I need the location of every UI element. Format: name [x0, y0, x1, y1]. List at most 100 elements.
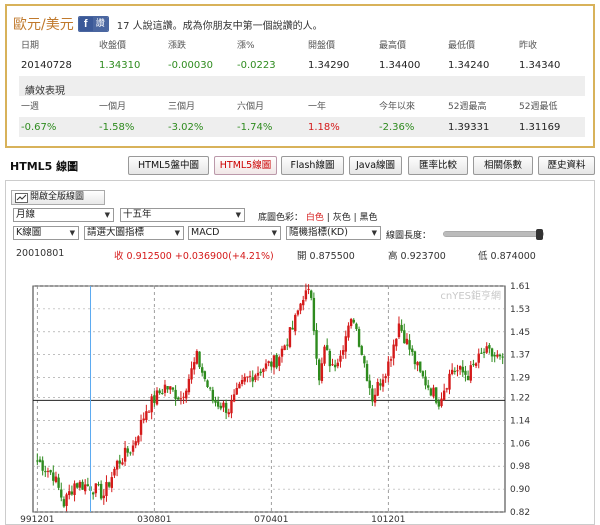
tab-html5-chart[interactable]: HTML5線圖 — [214, 156, 277, 175]
candle-body — [498, 354, 502, 357]
candle-body — [464, 370, 467, 375]
bg-option-gray[interactable]: 灰色 — [333, 213, 351, 223]
candle-body — [129, 452, 132, 454]
candle-body — [142, 418, 145, 421]
facebook-like-button[interactable]: f 讚 — [77, 16, 109, 32]
candle-body — [216, 401, 220, 407]
candle-body — [397, 323, 401, 338]
candle-body — [83, 484, 87, 492]
perf-col-header: 52週最低 — [519, 102, 558, 112]
candle-body — [232, 394, 236, 402]
candle-body — [62, 499, 66, 507]
candle-body — [147, 411, 151, 413]
quote-col-header: 漲跌 — [168, 41, 187, 51]
option-separator: | — [353, 213, 357, 223]
slider-handle[interactable] — [535, 229, 543, 240]
candlestick-chart-svg[interactable]: 991201 030801 070401 101201 1.61 1.53 1.45 1.37… — [0, 270, 600, 525]
tab-history[interactable]: 歷史資料 — [538, 156, 595, 175]
candle-body — [137, 436, 140, 443]
candle-body — [456, 370, 459, 372]
quote-value: 1.34290 — [308, 60, 350, 71]
candle-body — [243, 376, 246, 382]
y-tick-label: 1.06 — [510, 439, 530, 449]
candle-body — [405, 338, 409, 345]
candle-body — [384, 376, 387, 379]
candle-body — [453, 370, 457, 372]
perf-value: -0.67% — [21, 122, 57, 133]
price-chart[interactable]: 991201 030801 070401 101201 1.61 1.53 1.45 1.37… — [0, 270, 600, 525]
indicator-1-select[interactable]: MACD ▼ — [188, 226, 281, 240]
candle-body — [434, 387, 438, 403]
tab-html5-intraday[interactable]: HTML5盤中圖 — [128, 156, 209, 175]
tab-correlation[interactable]: 相關係數 — [473, 156, 533, 175]
candle-body — [310, 290, 313, 298]
candle-body — [275, 354, 278, 368]
candle-body — [392, 344, 395, 359]
chart-type-select[interactable]: K線圖 ▼ — [13, 226, 79, 240]
candle-body — [36, 460, 39, 462]
candle-body — [272, 355, 276, 368]
candle-body — [238, 383, 241, 389]
candle-body — [169, 386, 172, 390]
y-tick-label: 1.22 — [510, 394, 530, 404]
candle-body — [283, 345, 286, 351]
indicator-2-select[interactable]: 隨機指標(KD) ▼ — [286, 226, 381, 240]
candle-body — [315, 330, 318, 359]
period-select[interactable]: 月線 ▼ — [13, 208, 114, 222]
candle-body — [469, 365, 472, 381]
candle-body — [224, 402, 228, 413]
quote-value: 1.34340 — [519, 60, 561, 71]
candle-body — [403, 330, 406, 344]
candle-body — [331, 364, 334, 366]
info-close: 收 0.912500 +0.036900(+4.21%) — [114, 251, 274, 262]
quote-col-header: 最高價 — [379, 41, 407, 51]
candle-body — [432, 387, 435, 397]
candle-body — [477, 353, 480, 363]
candle-body — [264, 363, 268, 369]
candle-body — [461, 366, 464, 373]
candle-body — [339, 355, 342, 362]
candle-body — [251, 377, 254, 382]
tab-fx-compare[interactable]: 匯率比較 — [408, 156, 468, 175]
candle-body — [387, 361, 390, 376]
overlay-indicator-select[interactable]: 請選大圖指標 ▼ — [84, 226, 184, 240]
candle-body — [381, 379, 385, 387]
chart-length-slider[interactable] — [443, 229, 544, 240]
quote-value: -0.00030 — [168, 60, 213, 71]
candle-body — [389, 359, 393, 361]
candle-body — [193, 362, 196, 370]
perf-value: -1.58% — [99, 122, 135, 133]
open-full-chart-button[interactable]: 開啟全版線圖 — [11, 190, 105, 205]
candle-body — [38, 459, 42, 463]
watermark: cnYES鉅亨網 — [440, 289, 501, 302]
tab-java-chart[interactable]: Java線圖 — [349, 156, 402, 175]
candle-body — [365, 363, 369, 381]
candle-body — [174, 389, 177, 399]
candle-body — [46, 470, 50, 472]
perf-value: -2.36% — [379, 122, 415, 133]
candle-body — [248, 375, 252, 377]
candle-body — [379, 383, 382, 386]
candle-body — [296, 310, 300, 315]
candle-body — [501, 356, 504, 358]
tab-flash-chart[interactable]: Flash線圖 — [281, 156, 344, 175]
candle-body — [288, 327, 292, 347]
candle-body — [411, 348, 414, 352]
candle-body — [349, 318, 353, 327]
candle-body — [219, 405, 223, 409]
candle-body — [208, 387, 212, 389]
background-color-label: 底圖色彩： — [258, 213, 304, 223]
y-tick-label: 1.45 — [510, 328, 530, 338]
candle-body — [280, 348, 284, 357]
perf-col-header: 一個月 — [99, 102, 127, 112]
bg-option-black[interactable]: 黑色 — [360, 213, 378, 223]
candle-body — [198, 351, 201, 368]
bg-option-white[interactable]: 白色 — [306, 213, 324, 223]
range-select[interactable]: 十五年 ▼ — [120, 208, 245, 222]
candle-body — [240, 380, 244, 385]
x-tick-label: 070401 — [254, 515, 288, 525]
candle-body — [65, 494, 68, 506]
candle-body — [158, 390, 161, 394]
quote-col-header: 收盤價 — [99, 41, 127, 51]
y-tick-label: 1.14 — [510, 416, 530, 426]
